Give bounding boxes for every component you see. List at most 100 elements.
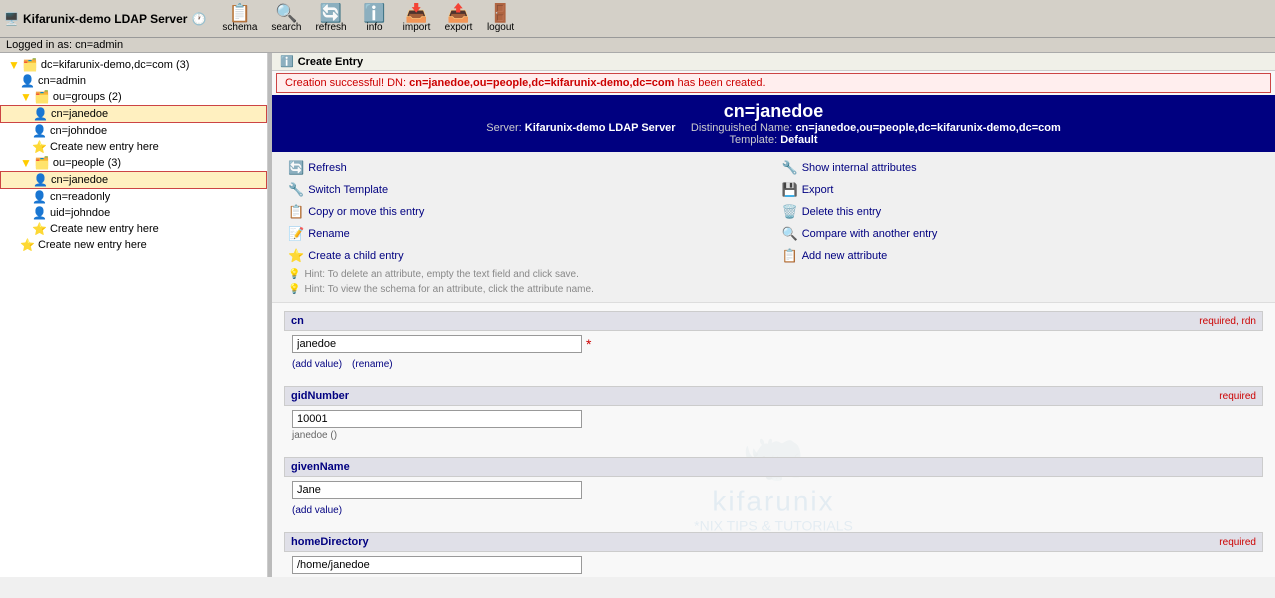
app-icon: 🖥️ bbox=[4, 12, 19, 26]
attr-givenname-body: (add value) bbox=[284, 477, 1263, 520]
export-icon: 📤 bbox=[447, 4, 469, 22]
search-button[interactable]: 🔍 search bbox=[265, 2, 307, 35]
tree-item-root[interactable]: ▼ 🗂️ dc=kifarunix-demo,dc=com (3) bbox=[0, 57, 267, 73]
tree-item-cn-admin[interactable]: 👤 cn=admin bbox=[0, 73, 267, 89]
user-icon: 👤 bbox=[32, 190, 47, 204]
action-copy-move[interactable]: 📋 Copy or move this entry bbox=[284, 202, 770, 222]
folder-icon: 🗂️ bbox=[35, 156, 50, 170]
action-area: 🔄 Refresh 🔧 Show internal attributes 🔧 S… bbox=[272, 152, 1275, 303]
attr-givenname-header: givenName bbox=[284, 457, 1263, 477]
import-icon: 📥 bbox=[405, 4, 427, 22]
attr-cn-header: cn required, rdn bbox=[284, 311, 1263, 331]
user-icon: 👤 bbox=[32, 206, 47, 220]
logout-button[interactable]: 🚪 logout bbox=[481, 2, 521, 35]
star-icon: ⭐ bbox=[20, 238, 35, 252]
attr-cn-input[interactable] bbox=[292, 335, 582, 353]
action-rename[interactable]: 📝 Rename bbox=[284, 224, 770, 244]
entry-template-meta: Template: Default bbox=[278, 134, 1269, 146]
attr-homedirectory-header: homeDirectory required bbox=[284, 532, 1263, 552]
star-icon: ⭐ bbox=[32, 140, 47, 154]
action-add-attribute[interactable]: 📋 Add new attribute bbox=[778, 246, 1264, 266]
create-entry-info-icon: ℹ️ bbox=[280, 55, 294, 68]
folder-icon: 🗂️ bbox=[23, 58, 38, 72]
tree-item-cn-readonly[interactable]: 👤 cn=readonly bbox=[0, 189, 267, 205]
create-child-icon: ⭐ bbox=[288, 248, 304, 264]
toolbar: 🖥️ Kifarunix-demo LDAP Server 🕐 📋 schema… bbox=[0, 0, 1275, 38]
expand-icon: ▼ bbox=[20, 156, 32, 170]
copy-move-icon: 📋 bbox=[288, 204, 304, 220]
entry-cn-title: cn=janedoe bbox=[278, 101, 1269, 122]
user-icon: 👤 bbox=[32, 124, 47, 138]
tree-item-uid-johndoe[interactable]: 👤 uid=johndoe bbox=[0, 205, 267, 221]
expand-icon: ▼ bbox=[8, 58, 20, 72]
content-area: ℹ️ Create Entry Creation successful! DN:… bbox=[272, 53, 1275, 577]
attr-givenname: givenName (add value) bbox=[284, 457, 1263, 520]
schema-icon: 📋 bbox=[229, 4, 251, 22]
logged-in-label: Logged in as: cn=admin bbox=[6, 39, 123, 51]
tree-item-create-root[interactable]: ⭐ Create new entry here bbox=[0, 237, 267, 253]
action-delete[interactable]: 🗑️ Delete this entry bbox=[778, 202, 1264, 222]
tree-item-create-groups[interactable]: ⭐ Create new entry here bbox=[0, 139, 267, 155]
attr-homedirectory: homeDirectory required bbox=[284, 532, 1263, 577]
attr-gidnumber: gidNumber required janedoe () bbox=[284, 386, 1263, 445]
user-icon: 👤 bbox=[33, 173, 48, 187]
tree-item-ou-groups[interactable]: ▼ 🗂️ ou=groups (2) bbox=[0, 89, 267, 105]
schema-button[interactable]: 📋 schema bbox=[216, 2, 263, 35]
hint-1: 💡 Hint: To delete an attribute, empty th… bbox=[284, 268, 770, 281]
search-icon: 🔍 bbox=[275, 4, 297, 22]
hint-icon-1: 💡 bbox=[288, 269, 300, 280]
attr-cn-rename[interactable]: (rename) bbox=[352, 359, 393, 370]
create-entry-title: Create Entry bbox=[298, 56, 363, 68]
attr-cn-body: * (add value) (rename) bbox=[284, 331, 1263, 374]
action-create-child[interactable]: ⭐ Create a child entry bbox=[284, 246, 770, 266]
attr-cn-required: required, rdn bbox=[1199, 316, 1256, 327]
entry-meta: Server: Kifarunix-demo LDAP Server Disti… bbox=[278, 122, 1269, 134]
export-action-icon: 💾 bbox=[782, 182, 798, 198]
action-refresh[interactable]: 🔄 Refresh bbox=[284, 158, 770, 178]
refresh-button[interactable]: 🔄 refresh bbox=[309, 2, 352, 35]
switch-template-icon: 🔧 bbox=[288, 182, 304, 198]
attr-gidnumber-header: gidNumber required bbox=[284, 386, 1263, 406]
app-title: 🖥️ Kifarunix-demo LDAP Server 🕐 bbox=[4, 12, 206, 26]
attr-homedirectory-required: required bbox=[1219, 537, 1256, 548]
action-show-internal[interactable]: 🔧 Show internal attributes bbox=[778, 158, 1264, 178]
attr-cn-add-value[interactable]: (add value) bbox=[292, 359, 342, 370]
create-entry-header: ℹ️ Create Entry bbox=[272, 53, 1275, 71]
tree-item-cn-johndoe[interactable]: 👤 cn=johndoe bbox=[0, 123, 267, 139]
clock-icon: 🕐 bbox=[191, 12, 206, 26]
attr-homedirectory-body bbox=[284, 552, 1263, 577]
sidebar-tree: ▼ 🗂️ dc=kifarunix-demo,dc=com (3) 👤 cn=a… bbox=[0, 53, 268, 577]
info-button[interactable]: ℹ️ info bbox=[355, 2, 395, 35]
hint-icon-2: 💡 bbox=[288, 284, 300, 295]
attr-gidnumber-body: janedoe () bbox=[284, 406, 1263, 445]
star-icon: ⭐ bbox=[32, 222, 47, 236]
compare-icon: 🔍 bbox=[782, 226, 798, 242]
attr-cn-asterisk: * bbox=[586, 336, 591, 352]
expand-icon: ▼ bbox=[20, 90, 32, 104]
info-icon: ℹ️ bbox=[363, 4, 385, 22]
action-compare[interactable]: 🔍 Compare with another entry bbox=[778, 224, 1264, 244]
tree-item-cn-janedoe-people[interactable]: 👤 cn=janedoe bbox=[0, 171, 267, 189]
logout-icon: 🚪 bbox=[489, 4, 511, 22]
entry-banner: cn=janedoe Server: Kifarunix-demo LDAP S… bbox=[272, 95, 1275, 152]
attr-homedirectory-input[interactable] bbox=[292, 556, 582, 574]
import-button[interactable]: 📥 import bbox=[397, 2, 437, 35]
hint-2: 💡 Hint: To view the schema for an attrib… bbox=[284, 283, 770, 296]
tree-item-ou-people[interactable]: ▼ 🗂️ ou=people (3) bbox=[0, 155, 267, 171]
refresh-icon: 🔄 bbox=[320, 4, 342, 22]
attr-givenname-add-value[interactable]: (add value) bbox=[292, 505, 342, 516]
tree-item-cn-janedoe-groups[interactable]: 👤 cn=janedoe bbox=[0, 105, 267, 123]
show-internal-icon: 🔧 bbox=[782, 160, 798, 176]
export-button[interactable]: 📤 export bbox=[439, 2, 479, 35]
user-icon: 👤 bbox=[33, 107, 48, 121]
tree-item-create-people[interactable]: ⭐ Create new entry here bbox=[0, 221, 267, 237]
success-bar: Creation successful! DN: cn=janedoe,ou=p… bbox=[276, 73, 1271, 93]
main-layout: ▼ 🗂️ dc=kifarunix-demo,dc=com (3) 👤 cn=a… bbox=[0, 53, 1275, 577]
refresh-action-icon: 🔄 bbox=[288, 160, 304, 176]
delete-icon: 🗑️ bbox=[782, 204, 798, 220]
action-switch-template[interactable]: 🔧 Switch Template bbox=[284, 180, 770, 200]
attr-cn: cn required, rdn * (add value) (rename) bbox=[284, 311, 1263, 374]
attr-givenname-input[interactable] bbox=[292, 481, 582, 499]
attr-gidnumber-input[interactable] bbox=[292, 410, 582, 428]
action-export[interactable]: 💾 Export bbox=[778, 180, 1264, 200]
